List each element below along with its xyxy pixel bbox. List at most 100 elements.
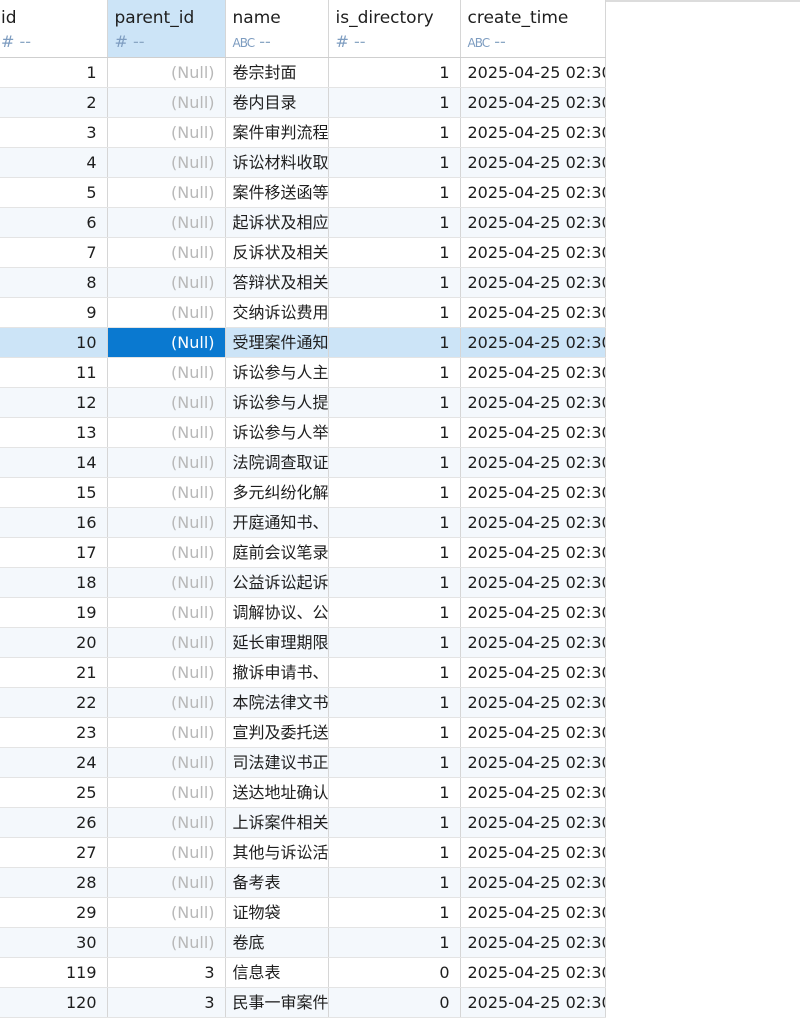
column-header-name[interactable]: name ABC --: [225, 0, 329, 58]
cell-parent-id[interactable]: (Null): [107, 297, 226, 328]
table-row[interactable]: 25 (Null) 送达地址确认 1 2025-04-25 02:30: [0, 777, 606, 808]
cell-parent-id[interactable]: (Null): [107, 687, 226, 718]
cell-parent-id[interactable]: (Null): [107, 837, 226, 868]
cell-create-time[interactable]: 2025-04-25 02:30: [460, 837, 606, 868]
cell-id[interactable]: 12: [0, 387, 108, 418]
cell-id[interactable]: 9: [0, 297, 108, 328]
cell-create-time[interactable]: 2025-04-25 02:30: [460, 327, 606, 358]
cell-create-time[interactable]: 2025-04-25 02:30: [460, 807, 606, 838]
cell-name[interactable]: 上诉案件相关: [225, 807, 329, 838]
cell-id[interactable]: 10: [0, 327, 108, 358]
cell-is-directory[interactable]: 1: [328, 237, 461, 268]
cell-id[interactable]: 120: [0, 987, 108, 1018]
table-row[interactable]: 23 (Null) 宣判及委托送 1 2025-04-25 02:30: [0, 717, 606, 748]
cell-parent-id[interactable]: (Null): [107, 507, 226, 538]
cell-is-directory[interactable]: 1: [328, 87, 461, 118]
cell-parent-id[interactable]: 3: [107, 987, 226, 1018]
table-row[interactable]: 12 (Null) 诉讼参与人提 1 2025-04-25 02:30: [0, 387, 606, 418]
cell-id[interactable]: 13: [0, 417, 108, 448]
cell-create-time[interactable]: 2025-04-25 02:30: [460, 657, 606, 688]
table-row[interactable]: 5 (Null) 案件移送函等 1 2025-04-25 02:30: [0, 177, 606, 208]
cell-parent-id[interactable]: (Null): [107, 117, 226, 148]
cell-name[interactable]: 卷底: [225, 927, 329, 958]
cell-create-time[interactable]: 2025-04-25 02:30: [460, 897, 606, 928]
cell-name[interactable]: 宣判及委托送: [225, 717, 329, 748]
cell-create-time[interactable]: 2025-04-25 02:30: [460, 237, 606, 268]
table-row[interactable]: 8 (Null) 答辩状及相关 1 2025-04-25 02:30: [0, 267, 606, 298]
cell-id[interactable]: 30: [0, 927, 108, 958]
cell-is-directory[interactable]: 1: [328, 867, 461, 898]
cell-id[interactable]: 26: [0, 807, 108, 838]
cell-name[interactable]: 诉讼参与人举: [225, 417, 329, 448]
cell-is-directory[interactable]: 1: [328, 447, 461, 478]
cell-parent-id[interactable]: (Null): [107, 447, 226, 478]
table-row[interactable]: 11 (Null) 诉讼参与人主 1 2025-04-25 02:30: [0, 357, 606, 388]
cell-is-directory[interactable]: 1: [328, 387, 461, 418]
table-row[interactable]: 2 (Null) 卷内目录 1 2025-04-25 02:30: [0, 87, 606, 118]
cell-name[interactable]: 信息表: [225, 957, 329, 988]
cell-parent-id[interactable]: (Null): [107, 267, 226, 298]
cell-name[interactable]: 交纳诉讼费用: [225, 297, 329, 328]
table-row[interactable]: 27 (Null) 其他与诉讼活 1 2025-04-25 02:30: [0, 837, 606, 868]
cell-is-directory[interactable]: 1: [328, 567, 461, 598]
cell-create-time[interactable]: 2025-04-25 02:30: [460, 447, 606, 478]
cell-name[interactable]: 司法建议书正: [225, 747, 329, 778]
cell-name[interactable]: 延长审理期限: [225, 627, 329, 658]
table-row[interactable]: 30 (Null) 卷底 1 2025-04-25 02:30: [0, 927, 606, 958]
cell-parent-id[interactable]: (Null): [107, 897, 226, 928]
table-row[interactable]: 7 (Null) 反诉状及相关 1 2025-04-25 02:30: [0, 237, 606, 268]
cell-is-directory[interactable]: 1: [328, 777, 461, 808]
cell-parent-id[interactable]: (Null): [107, 777, 226, 808]
cell-id[interactable]: 6: [0, 207, 108, 238]
cell-is-directory[interactable]: 1: [328, 597, 461, 628]
cell-id[interactable]: 3: [0, 117, 108, 148]
cell-is-directory[interactable]: 1: [328, 897, 461, 928]
cell-name[interactable]: 案件移送函等: [225, 177, 329, 208]
cell-is-directory[interactable]: 1: [328, 207, 461, 238]
table-row[interactable]: 4 (Null) 诉讼材料收取 1 2025-04-25 02:30: [0, 147, 606, 178]
cell-id[interactable]: 27: [0, 837, 108, 868]
cell-is-directory[interactable]: 1: [328, 837, 461, 868]
cell-is-directory[interactable]: 1: [328, 177, 461, 208]
cell-parent-id[interactable]: (Null): [107, 237, 226, 268]
cell-is-directory[interactable]: 1: [328, 807, 461, 838]
cell-create-time[interactable]: 2025-04-25 02:30: [460, 387, 606, 418]
cell-parent-id[interactable]: 3: [107, 957, 226, 988]
cell-is-directory[interactable]: 1: [328, 417, 461, 448]
cell-is-directory[interactable]: 1: [328, 357, 461, 388]
cell-id[interactable]: 23: [0, 717, 108, 748]
cell-is-directory[interactable]: 1: [328, 927, 461, 958]
table-row[interactable]: 120 3 民事一审案件 0 2025-04-25 02:30: [0, 987, 606, 1018]
cell-id[interactable]: 28: [0, 867, 108, 898]
table-row[interactable]: 15 (Null) 多元纠纷化解 1 2025-04-25 02:30: [0, 477, 606, 508]
cell-create-time[interactable]: 2025-04-25 02:30: [460, 417, 606, 448]
cell-create-time[interactable]: 2025-04-25 02:30: [460, 747, 606, 778]
cell-name[interactable]: 备考表: [225, 867, 329, 898]
cell-id[interactable]: 7: [0, 237, 108, 268]
cell-is-directory[interactable]: 1: [328, 147, 461, 178]
cell-id[interactable]: 17: [0, 537, 108, 568]
table-row[interactable]: 20 (Null) 延长审理期限 1 2025-04-25 02:30: [0, 627, 606, 658]
cell-id[interactable]: 119: [0, 957, 108, 988]
column-header-parent-id[interactable]: parent_id # --: [107, 0, 226, 58]
table-row[interactable]: 6 (Null) 起诉状及相应 1 2025-04-25 02:30: [0, 207, 606, 238]
cell-id[interactable]: 29: [0, 897, 108, 928]
cell-name[interactable]: 民事一审案件: [225, 987, 329, 1018]
cell-id[interactable]: 15: [0, 477, 108, 508]
cell-name[interactable]: 诉讼材料收取: [225, 147, 329, 178]
cell-name[interactable]: 调解协议、公: [225, 597, 329, 628]
table-row[interactable]: 19 (Null) 调解协议、公 1 2025-04-25 02:30: [0, 597, 606, 628]
cell-parent-id[interactable]: (Null): [107, 537, 226, 568]
cell-create-time[interactable]: 2025-04-25 02:30: [460, 117, 606, 148]
column-header-create-time[interactable]: create_time ABC --: [460, 0, 606, 58]
cell-create-time[interactable]: 2025-04-25 02:30: [460, 477, 606, 508]
cell-create-time[interactable]: 2025-04-25 02:30: [460, 177, 606, 208]
table-row[interactable]: 1 (Null) 卷宗封面 1 2025-04-25 02:30: [0, 57, 606, 88]
column-header-is-directory[interactable]: is_directory # --: [328, 0, 461, 58]
cell-id[interactable]: 25: [0, 777, 108, 808]
cell-is-directory[interactable]: 1: [328, 297, 461, 328]
table-row[interactable]: 26 (Null) 上诉案件相关 1 2025-04-25 02:30: [0, 807, 606, 838]
cell-is-directory[interactable]: 1: [328, 687, 461, 718]
cell-id[interactable]: 2: [0, 87, 108, 118]
cell-id[interactable]: 18: [0, 567, 108, 598]
